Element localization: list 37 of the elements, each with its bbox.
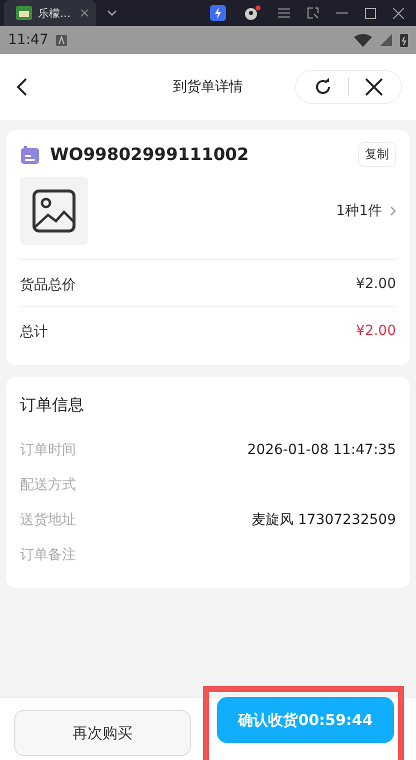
close-icon[interactable] (365, 78, 383, 96)
notification-icon (56, 34, 68, 46)
refresh-icon[interactable] (314, 78, 332, 96)
maximize-icon[interactable] (365, 8, 376, 18)
price-value: ¥2.00 (356, 276, 396, 294)
image-placeholder-icon (20, 177, 88, 245)
menu-icon[interactable] (278, 8, 290, 18)
order-number: WO99802999111002 (50, 144, 249, 164)
wifi-icon (354, 34, 372, 46)
goods-count-link[interactable]: 1种1件 (336, 202, 382, 220)
info-value: 2026-01-08 11:47:35 (247, 442, 396, 458)
window-icon[interactable] (307, 7, 319, 19)
signal-icon (380, 34, 392, 46)
section-title: 订单信息 (20, 395, 85, 416)
battery-icon (400, 33, 408, 47)
info-label: 订单备注 (20, 546, 76, 564)
page-title: 到货单详情 (173, 78, 243, 96)
back-icon[interactable] (16, 78, 28, 96)
lightning-icon[interactable] (210, 5, 226, 21)
info-value: 麦旋风 17307232509 (252, 510, 396, 528)
info-label: 配送方式 (20, 476, 76, 494)
tab-title[interactable]: 乐檬... (38, 6, 70, 20)
close-icon[interactable] (393, 8, 404, 18)
close-tab-button[interactable]: × (79, 6, 90, 20)
chevron-down-icon[interactable] (107, 10, 117, 16)
minimize-icon[interactable] (336, 12, 348, 14)
price-label: 货品总价 (20, 276, 76, 294)
info-label: 送货地址 (20, 510, 76, 528)
app-icon (16, 6, 32, 20)
copy-button[interactable]: 复制 (358, 142, 396, 167)
price-value: ¥2.00 (356, 323, 396, 341)
info-label: 订单时间 (20, 440, 76, 458)
status-time: 11:47 (8, 32, 48, 48)
buy-again-button[interactable]: 再次购买 (14, 710, 191, 756)
chevron-right-icon[interactable] (390, 206, 396, 216)
price-label: 总计 (20, 323, 48, 341)
order-icon (20, 144, 40, 164)
